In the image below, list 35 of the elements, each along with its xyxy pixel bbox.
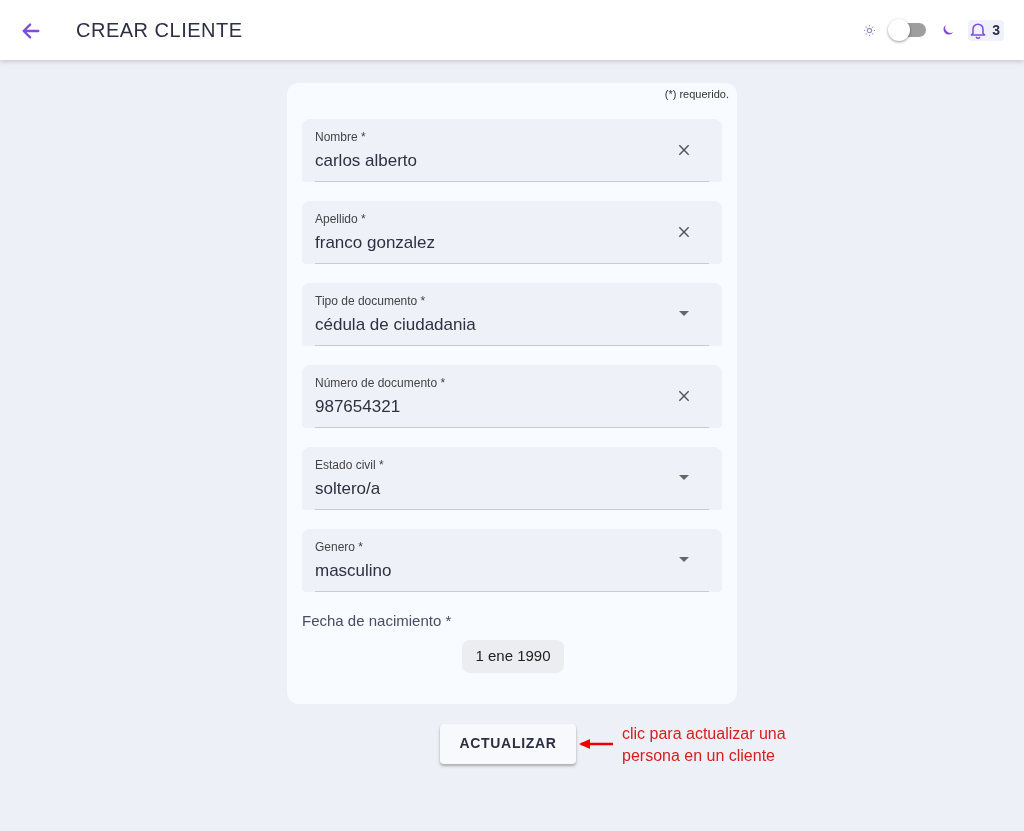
field-label: Genero * bbox=[315, 538, 365, 556]
sun-icon bbox=[863, 23, 877, 37]
clear-icon[interactable] bbox=[677, 224, 691, 239]
select-field[interactable]: Genero * masculino bbox=[302, 528, 722, 592]
clear-icon[interactable] bbox=[677, 388, 691, 403]
field-label: Estado civil * bbox=[315, 456, 385, 474]
field-label: Apellido * bbox=[315, 210, 367, 228]
update-button[interactable]: ACTUALIZAR bbox=[440, 723, 576, 764]
field-label: Tipo de documento * bbox=[315, 292, 427, 310]
text-field[interactable]: Número de documento * 987654321 bbox=[302, 364, 722, 428]
select-field[interactable]: Estado civil * soltero/a bbox=[302, 446, 722, 510]
field-value: masculino bbox=[315, 559, 393, 582]
date-chip[interactable]: 1 ene 1990 bbox=[462, 640, 564, 673]
field-value: carlos alberto bbox=[315, 149, 419, 172]
notifications-button[interactable]: 3 bbox=[968, 19, 1004, 41]
clear-icon[interactable] bbox=[677, 142, 691, 157]
back-button[interactable] bbox=[20, 20, 40, 40]
date-label: Fecha de nacimiento * bbox=[302, 610, 453, 631]
pointer-arrow-icon bbox=[579, 737, 615, 750]
text-field[interactable]: Apellido * franco gonzalez bbox=[302, 200, 722, 264]
field-value: cédula de ciudadania bbox=[315, 313, 477, 336]
field-label: Número de documento * bbox=[315, 374, 447, 392]
field-value: 987654321 bbox=[315, 395, 402, 418]
field-value: soltero/a bbox=[315, 477, 382, 500]
field-value: franco gonzalez bbox=[315, 231, 437, 254]
field-label: Nombre * bbox=[315, 128, 367, 146]
back-arrow-icon bbox=[20, 20, 42, 42]
required-note: (*) requerido. bbox=[664, 87, 729, 102]
text-field[interactable]: Nombre * carlos alberto bbox=[302, 118, 722, 182]
page-title: CREAR CLIENTE bbox=[76, 18, 243, 43]
dropdown-caret-icon[interactable] bbox=[679, 475, 689, 480]
dropdown-caret-icon[interactable] bbox=[679, 311, 689, 316]
dropdown-caret-icon[interactable] bbox=[679, 557, 689, 562]
select-field[interactable]: Tipo de documento * cédula de ciudadania bbox=[302, 282, 722, 346]
annotation-text: clic para actualizar una persona en un cliente bbox=[622, 723, 787, 766]
